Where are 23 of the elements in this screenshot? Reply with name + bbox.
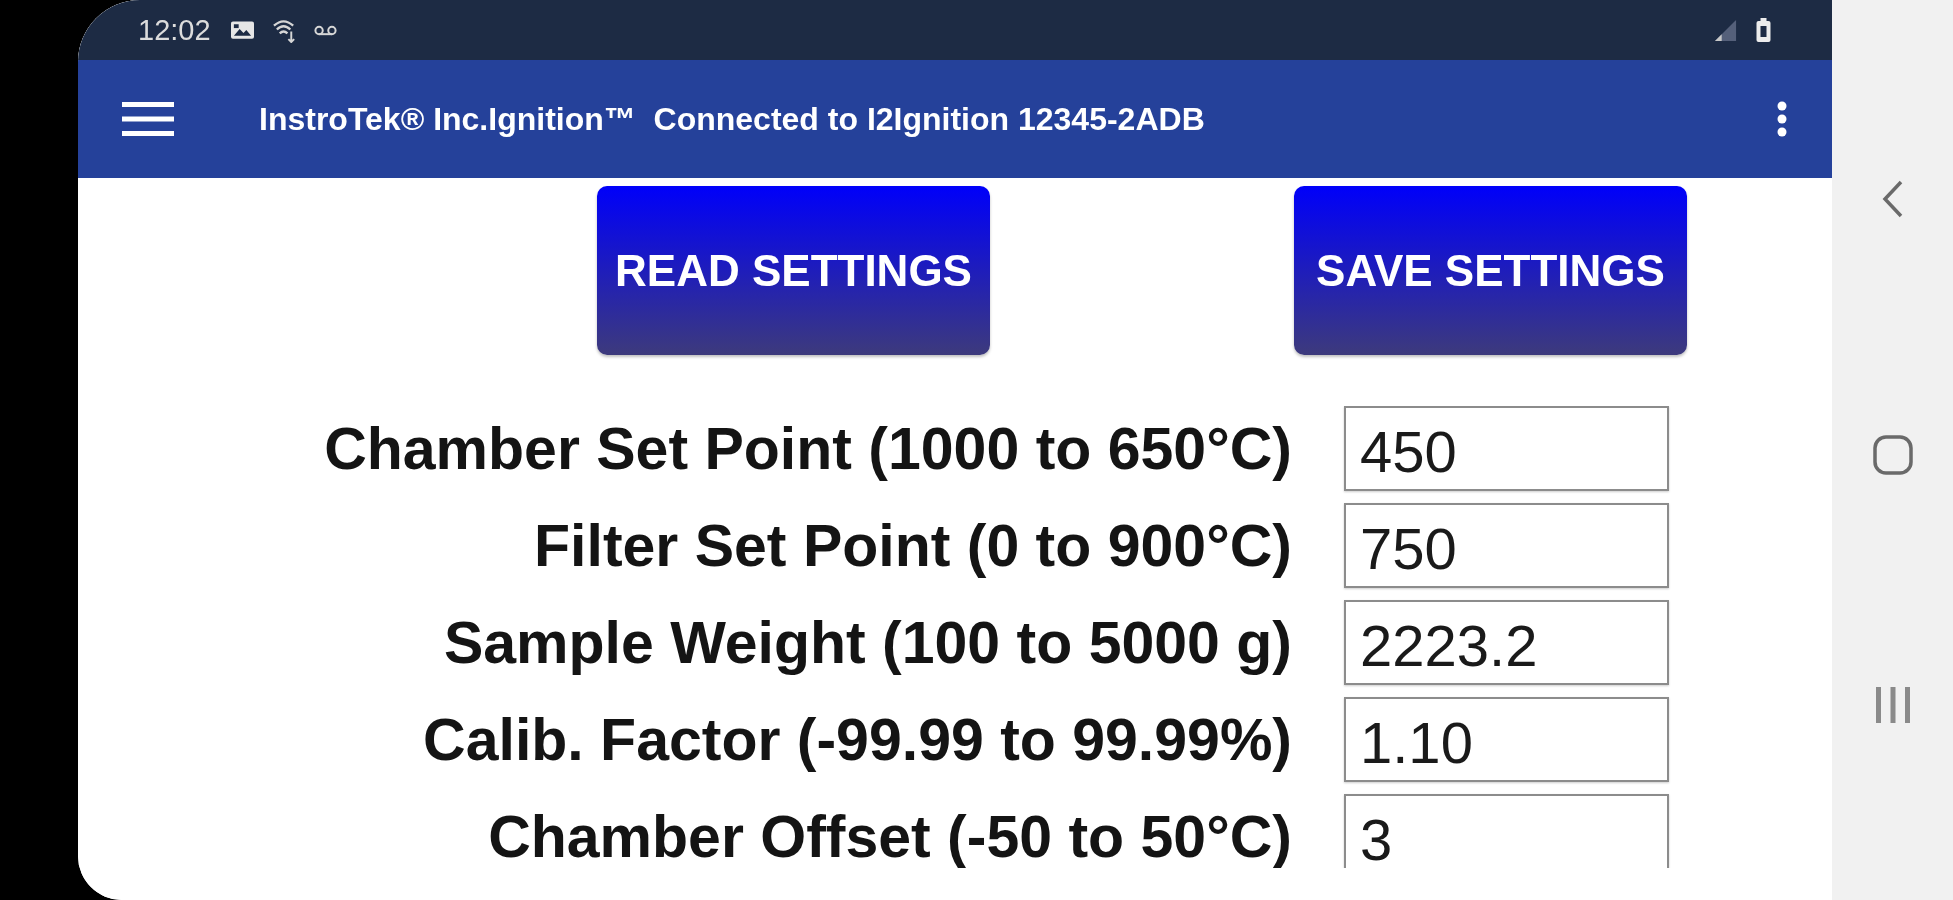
voicemail-icon (312, 24, 338, 36)
value-field[interactable]: 750 (1344, 503, 1669, 588)
value-field[interactable]: 1.10 (1344, 697, 1669, 782)
recent-apps-icon[interactable] (1874, 686, 1911, 724)
value-field[interactable]: 2223.2 (1344, 600, 1669, 685)
more-options-icon[interactable] (1777, 101, 1787, 137)
value-field[interactable]: 450 (1344, 406, 1669, 491)
setting-label: Filter Set Point (0 to 900°C) (534, 512, 1292, 579)
battery-icon (1756, 18, 1771, 42)
setting-label: Calib. Factor (-99.99 to 99.99%) (423, 706, 1292, 773)
status-time: 12:02 (138, 13, 211, 47)
value-field[interactable]: 3 (1344, 794, 1669, 868)
signal-icon (1714, 18, 1737, 42)
wifi-icon (272, 17, 298, 43)
home-icon[interactable] (1872, 435, 1913, 475)
image-icon (230, 21, 254, 39)
action-button[interactable]: SAVE SETTINGS (1294, 186, 1687, 355)
action-button[interactable]: READ SETTINGS (597, 186, 990, 355)
setting-label: Chamber Set Point (1000 to 650°C) (324, 415, 1292, 482)
back-icon[interactable] (1881, 180, 1904, 218)
menu-icon[interactable] (122, 102, 174, 136)
setting-label: Sample Weight (100 to 5000 g) (443, 609, 1292, 676)
app-title: InstroTek® Inc.Ignition™ Connected to I2Ignition 12345-2ADB (259, 100, 1205, 139)
